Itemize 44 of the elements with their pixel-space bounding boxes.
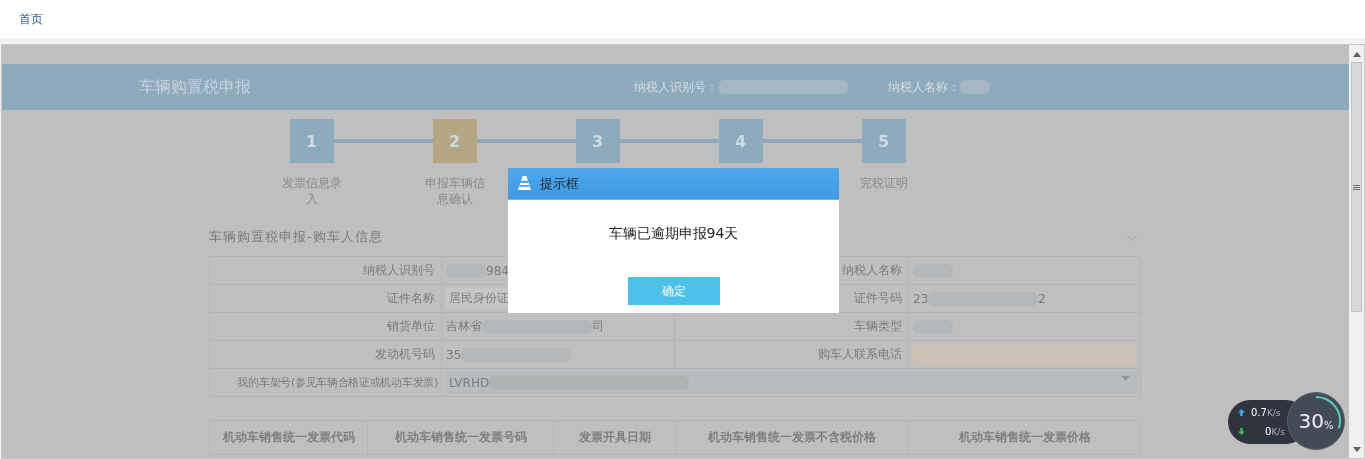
scroll-down-icon[interactable] bbox=[1352, 447, 1361, 452]
step-number: 2 bbox=[432, 119, 477, 163]
field-label: 购车人联系电话 bbox=[675, 341, 909, 369]
speed-unit: K/s bbox=[1271, 426, 1285, 437]
field-label: 发动机号码 bbox=[210, 341, 442, 369]
field-label: 纳税人识别号 bbox=[210, 257, 442, 285]
grip-icon bbox=[1353, 184, 1360, 190]
download-arrow-icon bbox=[1238, 428, 1245, 435]
field-value: 2 bbox=[1038, 291, 1046, 306]
scroll-up-icon[interactable] bbox=[1352, 52, 1361, 57]
field-value: 35 bbox=[446, 347, 462, 362]
gauge-percent: 30 bbox=[1298, 409, 1324, 433]
dialog-title: 提示框 bbox=[540, 174, 579, 193]
chevron-down-icon[interactable] bbox=[1126, 233, 1138, 241]
upload-speed: 0.7 bbox=[1251, 407, 1267, 418]
column-header: 机动车销售统一发票代码 bbox=[210, 421, 368, 455]
taxpayer-id-label: 纳税人识别号： bbox=[634, 78, 718, 96]
field-value: 984 bbox=[486, 263, 509, 278]
taxpayer-name-label: 纳税人名称： bbox=[888, 78, 960, 96]
column-header: 机动车销售统一发票号码 bbox=[368, 421, 554, 455]
column-header: 机动车销售统一发票不含税价格 bbox=[676, 421, 909, 455]
step-number: 4 bbox=[718, 119, 763, 163]
field-label: 销货单位 bbox=[210, 313, 442, 341]
column-header: 机动车销售统一发票价格 bbox=[909, 421, 1141, 455]
field-value: 吉林省 bbox=[446, 318, 482, 335]
caret-icon bbox=[1121, 376, 1130, 381]
step-number: 1 bbox=[289, 119, 334, 163]
home-link[interactable]: 首页 bbox=[19, 10, 43, 28]
download-speed: 0 bbox=[1265, 426, 1272, 437]
page-title: 车辆购置税申报 bbox=[139, 76, 252, 98]
field-label: 证件名称 bbox=[210, 285, 442, 313]
upload-arrow-icon bbox=[1238, 409, 1245, 416]
section-title: 车辆购置税申报-购车人信息 bbox=[209, 228, 383, 246]
column-header: 发票开具日期 bbox=[554, 421, 676, 455]
scroll-thumb[interactable] bbox=[1351, 62, 1362, 312]
step-number: 3 bbox=[575, 119, 620, 163]
speed-unit: K/s bbox=[1266, 407, 1281, 418]
percent-sign: % bbox=[1323, 419, 1334, 431]
dialog-message: 车辆已逾期申报94天 bbox=[608, 225, 739, 243]
field-value: 23 bbox=[913, 291, 929, 306]
traffic-cone-icon bbox=[518, 176, 531, 191]
scrollbar[interactable] bbox=[1349, 45, 1364, 458]
field-value: 司 bbox=[592, 318, 604, 335]
step-number: 5 bbox=[861, 119, 906, 163]
